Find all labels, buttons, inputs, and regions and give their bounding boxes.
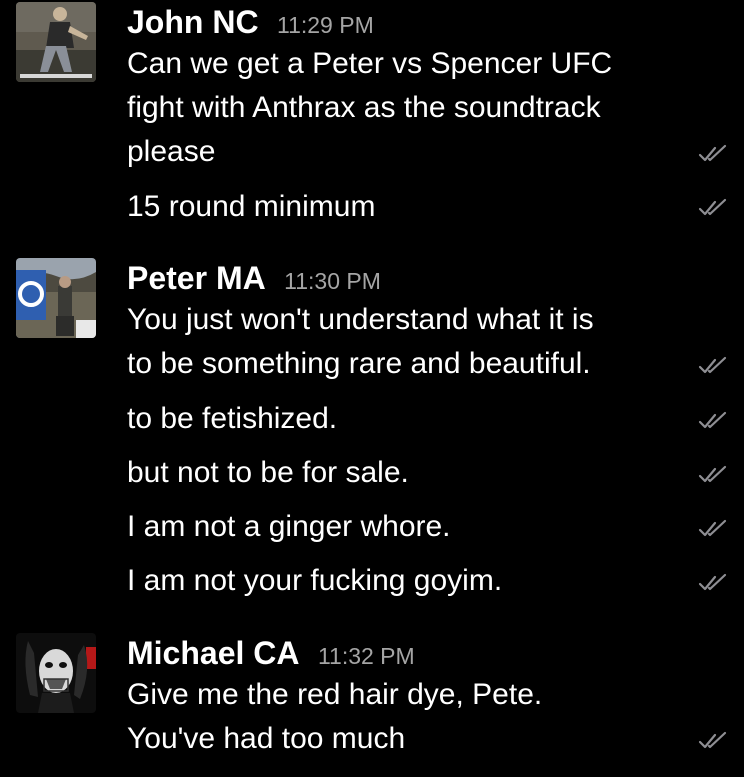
message-text: Give me the red hair dye, Pete.	[127, 678, 543, 711]
message-text: You've had too much	[127, 722, 406, 755]
sender-name[interactable]: Michael CA	[127, 635, 299, 671]
avatar-john[interactable]	[16, 2, 96, 82]
chat-screen: { "colors": { "background": "#000000", "…	[0, 0, 744, 777]
message-header: Michael CA 11:32 PM	[127, 635, 415, 672]
double-check-icon	[698, 519, 727, 537]
timestamp: 11:30 PM	[284, 268, 381, 294]
double-check-icon	[698, 411, 727, 429]
message-text: You just won't understand what it is	[127, 303, 594, 336]
message-header: John NC 11:29 PM	[127, 4, 374, 41]
message-text: fight with Anthrax as the soundtrack	[127, 91, 601, 124]
message-text: but not to be for sale.	[127, 456, 409, 489]
person-avatar-photo	[16, 2, 96, 82]
timestamp: 11:32 PM	[317, 643, 415, 669]
message-text: please	[127, 135, 216, 168]
avatar-michael[interactable]	[16, 633, 96, 713]
double-check-icon	[698, 144, 727, 162]
double-check-icon	[698, 465, 727, 483]
double-check-icon	[698, 198, 727, 216]
flag-avatar-photo	[16, 258, 96, 338]
message-text: to be fetishized.	[127, 402, 338, 435]
double-check-icon	[698, 731, 727, 749]
message-text: I am not your fucking goyim.	[127, 564, 503, 597]
avatar-peter[interactable]	[16, 258, 96, 338]
message-text: to be something rare and beautiful.	[127, 347, 591, 380]
sender-name[interactable]: John NC	[127, 4, 259, 40]
message-header: Peter MA 11:30 PM	[127, 260, 381, 297]
double-check-icon	[698, 356, 727, 374]
timestamp: 11:29 PM	[277, 12, 374, 38]
message-text: Can we get a Peter vs Spencer UFC	[127, 47, 613, 80]
message-text: I am not a ginger whore.	[127, 510, 451, 543]
double-check-icon	[698, 573, 727, 591]
sender-name[interactable]: Peter MA	[127, 260, 266, 296]
masked-face-avatar-photo	[16, 633, 96, 713]
message-text: 15 round minimum	[127, 190, 376, 223]
